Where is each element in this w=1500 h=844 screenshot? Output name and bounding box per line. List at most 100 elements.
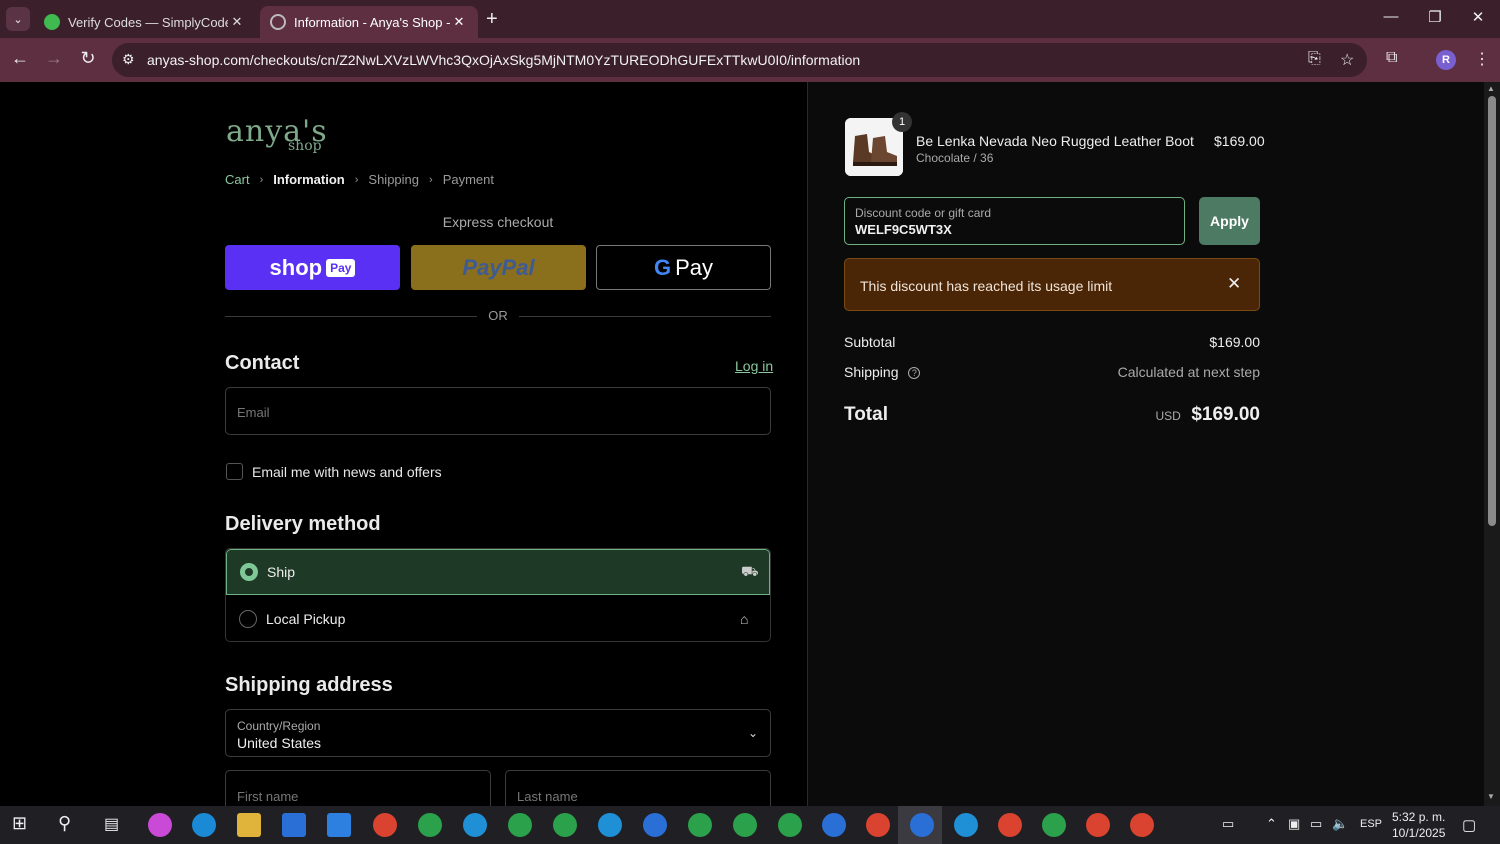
login-link[interactable]: Log in: [735, 358, 773, 374]
file-explorer-icon[interactable]: [237, 813, 261, 837]
delivery-option-ship[interactable]: Ship ⛟: [226, 549, 770, 595]
google-pay-button[interactable]: G Pay: [596, 245, 771, 290]
chrome-profile-icon[interactable]: [910, 813, 934, 837]
chrome-profile-icon[interactable]: [418, 813, 442, 837]
scroll-up-arrow-icon[interactable]: ▲: [1487, 84, 1495, 93]
last-name-field[interactable]: Last name: [505, 770, 771, 806]
close-icon[interactable]: ✕: [1227, 274, 1241, 294]
tab-simplycodes[interactable]: Verify Codes — SimplyCodes ✕: [34, 6, 256, 38]
subtotal-value: $169.00: [1209, 334, 1260, 350]
paypal-button[interactable]: PayPal: [411, 245, 586, 290]
address-bar[interactable]: ⚙ anyas-shop.com/checkouts/cn/Z2NwLXVzLW…: [112, 43, 1367, 77]
clock-date: 10/1/2025: [1392, 826, 1446, 840]
chrome-profile-icon[interactable]: [463, 813, 487, 837]
search-icon[interactable]: ⚲: [58, 813, 71, 834]
chevron-right-icon: ›: [259, 173, 264, 186]
radio-selected[interactable]: [240, 563, 258, 581]
globe-icon: [270, 14, 286, 30]
tab-search-button[interactable]: ⌄: [6, 7, 30, 31]
store-app-icon[interactable]: [282, 813, 306, 837]
radio-unselected[interactable]: [239, 610, 257, 628]
chrome-profile-icon[interactable]: [1086, 813, 1110, 837]
menu-icon[interactable]: ⋮: [1474, 49, 1490, 69]
tab-anyas-shop[interactable]: Information - Anya's Shop - Ch ✕: [260, 6, 478, 38]
product-name: Be Lenka Nevada Neo Rugged Leather Boot: [916, 133, 1194, 149]
quantity-badge: 1: [892, 112, 912, 132]
volume-icon[interactable]: 🔈: [1332, 816, 1348, 832]
profile-avatar[interactable]: R: [1436, 50, 1456, 70]
chrome-profile-icon[interactable]: [733, 813, 757, 837]
back-button[interactable]: ←: [8, 48, 32, 69]
task-view-icon[interactable]: ▤: [104, 814, 119, 834]
system-clock[interactable]: 5:32 p. m. 10/1/2025: [1392, 809, 1445, 841]
first-name-field[interactable]: First name: [225, 770, 491, 806]
chrome-profile-icon[interactable]: [998, 813, 1022, 837]
country-select[interactable]: Country/Region United States ⌄: [225, 709, 771, 757]
copilot-icon[interactable]: [148, 813, 172, 837]
chevron-right-icon: ›: [429, 173, 433, 186]
chrome-profile-icon[interactable]: [373, 813, 397, 837]
delivery-option-pickup[interactable]: Local Pickup ⌂: [226, 596, 770, 641]
chrome-profile-icon[interactable]: [1042, 813, 1066, 837]
shop-logo[interactable]: anya's shop: [226, 114, 328, 154]
minimize-button[interactable]: —: [1376, 8, 1406, 25]
extensions-icon[interactable]: ⧉: [1386, 49, 1397, 67]
chrome-profile-icon[interactable]: [598, 813, 622, 837]
close-window-button[interactable]: ✕: [1463, 8, 1493, 26]
express-checkout-label: Express checkout: [442, 214, 554, 230]
newsletter-checkbox[interactable]: [226, 463, 243, 480]
windows-taskbar: ⊞ ⚲ ▤ ▭ ⌃ ▣ ▭ 🔈 ESP 5:32 p. m. 10/1/2025…: [0, 806, 1500, 844]
meet-icon[interactable]: ▣: [1288, 816, 1300, 832]
or-divider: OR: [225, 308, 771, 324]
discount-code-field[interactable]: Discount code or gift card WELF9C5WT3X: [844, 197, 1185, 245]
breadcrumb-cart[interactable]: Cart: [225, 172, 250, 187]
restore-button[interactable]: ❐: [1420, 8, 1450, 26]
chevron-up-icon[interactable]: ⌃: [1266, 816, 1277, 832]
mail-icon[interactable]: [327, 813, 351, 837]
site-info-icon[interactable]: ⚙: [122, 51, 135, 68]
discount-error-alert: This discount has reached its usage limi…: [844, 258, 1260, 311]
shipping-value: Calculated at next step: [1117, 364, 1260, 380]
chrome-profile-icon[interactable]: [688, 813, 712, 837]
truck-icon: ⛟: [741, 562, 759, 579]
new-tab-button[interactable]: +: [486, 8, 498, 31]
newsletter-label[interactable]: Email me with news and offers: [252, 464, 442, 480]
checkout-page: anya's shop Cart › Information › Shippin…: [0, 82, 1484, 806]
email-field[interactable]: Email: [225, 387, 771, 435]
language-indicator[interactable]: ESP: [1360, 818, 1382, 830]
close-tab-icon[interactable]: ✕: [228, 14, 246, 30]
option-label: Local Pickup: [266, 611, 346, 627]
total-value-wrap: USD $169.00: [844, 404, 1260, 426]
notifications-icon[interactable]: ▢: [1462, 816, 1476, 834]
forward-button[interactable]: →: [42, 48, 66, 69]
chrome-profile-icon[interactable]: [508, 813, 532, 837]
tab-bar: ⌄ Verify Codes — SimplyCodes ✕ Informati…: [0, 0, 1500, 38]
scroll-down-arrow-icon[interactable]: ▼: [1487, 792, 1495, 801]
network-icon[interactable]: ▭: [1310, 816, 1322, 832]
reload-button[interactable]: ↻: [76, 48, 100, 69]
product-price: $169.00: [1214, 133, 1265, 149]
page-scrollbar[interactable]: ▲ ▼: [1484, 82, 1500, 806]
chrome-profile-icon[interactable]: [866, 813, 890, 837]
close-tab-icon[interactable]: ✕: [450, 14, 468, 30]
windows-start-icon[interactable]: ⊞: [12, 813, 27, 834]
shop-pay-button[interactable]: shop Pay: [225, 245, 400, 290]
chrome-profile-icon[interactable]: [643, 813, 667, 837]
tab-title: Information - Anya's Shop - Ch: [294, 14, 450, 30]
google-g-icon: G: [653, 254, 672, 280]
chrome-profile-icon[interactable]: [1130, 813, 1154, 837]
news-widget-icon[interactable]: ▭: [1222, 816, 1234, 832]
bookmark-star-icon[interactable]: ☆: [1340, 50, 1354, 70]
edge-icon[interactable]: [192, 813, 216, 837]
chrome-profile-icon[interactable]: [822, 813, 846, 837]
chrome-profile-icon[interactable]: [954, 813, 978, 837]
info-icon[interactable]: ?: [908, 367, 921, 380]
delivery-method-group: Ship ⛟ Local Pickup ⌂: [225, 548, 771, 642]
last-name-placeholder: Last name: [517, 789, 578, 804]
email-placeholder: Email: [237, 405, 270, 420]
chrome-profile-icon[interactable]: [553, 813, 577, 837]
translate-icon[interactable]: ⎘: [1308, 50, 1321, 68]
scrollbar-thumb[interactable]: [1488, 96, 1496, 526]
apply-button[interactable]: Apply: [1199, 197, 1260, 245]
chrome-profile-icon[interactable]: [778, 813, 802, 837]
